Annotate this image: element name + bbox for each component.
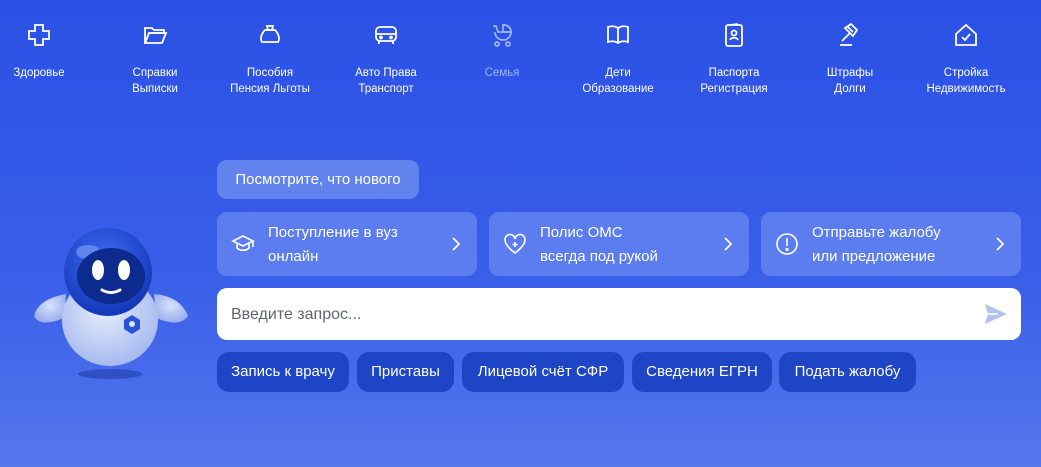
category-label: Штрафы Долги: [826, 67, 874, 95]
chip-egrn[interactable]: Сведения ЕГРН: [632, 352, 772, 392]
category-family[interactable]: Семья: [447, 22, 557, 81]
car-icon: [373, 22, 399, 48]
category-children[interactable]: Дети Образование: [563, 22, 673, 97]
chevron-right-icon: [995, 236, 1005, 252]
category-label: Дети Образование: [582, 67, 654, 95]
category-auto[interactable]: Авто Права Транспорт: [331, 22, 441, 97]
category-label: Паспорта Регистрация: [700, 67, 768, 95]
card-oms-policy[interactable]: Полис ОМС всегда под рукой: [489, 212, 749, 276]
house-icon: [953, 22, 979, 48]
wallet-icon: [257, 22, 283, 48]
category-nav: Здоровье Справки Выписки Пособия Пенсия …: [0, 22, 1041, 102]
heart-plus-icon: [503, 232, 527, 256]
stroller-icon: [489, 22, 515, 48]
card-university-admission[interactable]: Поступление в вуз онлайн: [217, 212, 477, 276]
chip-sfr-account[interactable]: Лицевой счёт СФР: [462, 352, 624, 392]
folder-icon: [142, 22, 168, 48]
category-label: Семья: [484, 67, 520, 79]
chevron-right-icon: [723, 236, 733, 252]
category-passports[interactable]: Паспорта Регистрация: [679, 22, 789, 97]
robot-mascot: [28, 224, 193, 384]
card-label: Полис ОМС всегда под рукой: [540, 224, 658, 265]
chip-file-complaint[interactable]: Подать жалобу: [779, 352, 916, 392]
category-label: Авто Права Транспорт: [355, 67, 417, 95]
category-health[interactable]: Здоровье: [0, 22, 94, 81]
plus-cross-icon: [26, 22, 52, 48]
category-label: Здоровье: [13, 67, 65, 79]
category-fines[interactable]: Штрафы Долги: [795, 22, 905, 97]
card-complaint[interactable]: Отправьте жалобу или предложение: [761, 212, 1021, 276]
category-label: Пособия Пенсия Льготы: [230, 67, 310, 95]
whats-new-button[interactable]: Посмотрите, что нового: [217, 160, 419, 199]
category-label: Справки Выписки: [132, 67, 178, 95]
graduation-cap-icon: [231, 232, 255, 256]
book-icon: [605, 22, 631, 48]
category-benefits[interactable]: Пособия Пенсия Льготы: [215, 22, 325, 97]
passport-icon: [721, 22, 747, 48]
card-label: Поступление в вуз онлайн: [268, 224, 398, 265]
send-icon[interactable]: [983, 302, 1009, 326]
gavel-icon: [837, 22, 863, 48]
exclamation-circle-icon: [775, 232, 799, 256]
card-label: Отправьте жалобу или предложение: [812, 224, 941, 265]
chevron-right-icon: [451, 236, 461, 252]
chip-doctor-appointment[interactable]: Запись к врачу: [217, 352, 349, 392]
search-box: [217, 288, 1021, 342]
search-input[interactable]: [229, 288, 973, 342]
category-realty[interactable]: Стройка Недвижимость: [911, 22, 1021, 97]
chip-bailiffs[interactable]: Приставы: [357, 352, 454, 392]
category-label: Стройка Недвижимость: [926, 67, 1006, 95]
category-certificates[interactable]: Справки Выписки: [100, 22, 210, 97]
